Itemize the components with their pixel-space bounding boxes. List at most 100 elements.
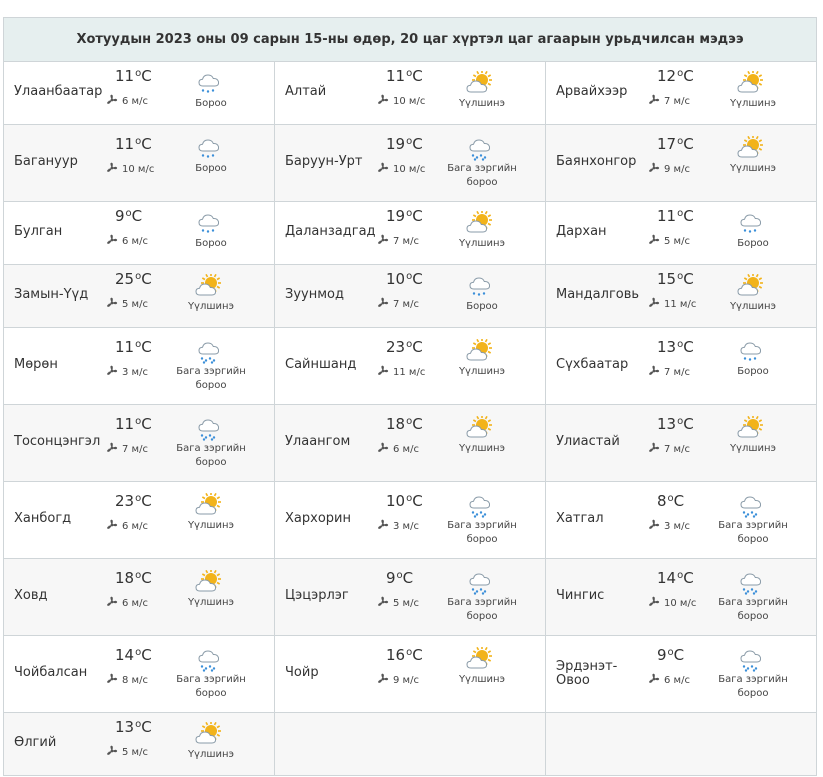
weather-condition: Бороо bbox=[443, 300, 521, 314]
temperature-value: 19 bbox=[386, 135, 406, 153]
city-forecast-cell: Хатгал 8oC 3 м/с Бага зэргийн бороо bbox=[544, 481, 818, 559]
temperature-value: 15 bbox=[657, 270, 677, 288]
light-rain-icon bbox=[465, 570, 495, 595]
city-name: Эрдэнэт-Овоо bbox=[556, 659, 618, 688]
weather-condition: Бага зэргийн бороо bbox=[443, 596, 521, 624]
city-forecast-cell: Цэцэрлэг 9oC 5 м/с Бага зэргийн бороо bbox=[274, 558, 546, 636]
temperature-value: 11 bbox=[115, 415, 135, 433]
wind-icon bbox=[377, 234, 393, 249]
wind-speed: 10 м/с bbox=[393, 164, 426, 175]
temperature-value: 12 bbox=[657, 67, 677, 85]
wind-speed: 6 м/с bbox=[393, 444, 419, 455]
city-forecast-cell: Чойбалсан 14oC 8 м/с Бага зэргийн бороо bbox=[3, 635, 275, 713]
wind-speed: 10 м/с bbox=[122, 164, 155, 175]
condition-line: Үүлшинэ bbox=[458, 366, 506, 377]
temperature-unit: C bbox=[412, 492, 423, 510]
city-name: Чойр bbox=[285, 665, 319, 680]
city-name: Чойбалсан bbox=[14, 665, 88, 680]
temperature-unit: C bbox=[412, 270, 423, 288]
temperature-value: 13 bbox=[657, 415, 677, 433]
temperature-value: 19 bbox=[386, 207, 406, 225]
wind-speed: 10 м/с bbox=[393, 96, 426, 107]
wind-speed: 3 м/с bbox=[393, 521, 419, 532]
wind: 6 м/с bbox=[106, 234, 148, 249]
wind-icon bbox=[377, 596, 393, 611]
wind: 10 м/с bbox=[106, 162, 154, 177]
city-name: Баруун-Урт bbox=[285, 154, 363, 169]
wind-icon bbox=[106, 365, 122, 380]
city-name: Хатгал bbox=[556, 511, 604, 526]
wind: 5 м/с bbox=[106, 297, 148, 312]
condition-line: Бороо bbox=[195, 163, 227, 174]
temperature: 16oC bbox=[386, 646, 423, 664]
temperature-unit: C bbox=[683, 67, 694, 85]
temperature-unit: C bbox=[141, 135, 152, 153]
light-rain-icon bbox=[194, 339, 224, 364]
condition-line: Бороо bbox=[195, 238, 227, 249]
city-forecast-cell: Өлгий 13oC 5 м/с Үүлшинэ bbox=[3, 712, 275, 776]
weather-condition: Үүлшинэ bbox=[172, 519, 250, 533]
condition-line: Бага зэргийн bbox=[718, 597, 788, 608]
weather-condition: Үүлшинэ bbox=[172, 300, 250, 314]
wind-speed: 6 м/с bbox=[122, 521, 148, 532]
wind-icon bbox=[377, 519, 393, 534]
wind: 10 м/с bbox=[648, 596, 696, 611]
temperature-value: 9 bbox=[115, 207, 125, 225]
temperature-unit: C bbox=[673, 646, 685, 664]
light-rain-icon bbox=[736, 570, 766, 595]
temperature: 11oC bbox=[115, 135, 152, 153]
condition-line: Үүлшинэ bbox=[729, 443, 777, 454]
city-name: Цэцэрлэг bbox=[285, 588, 349, 603]
temperature-unit: C bbox=[412, 415, 423, 433]
city-forecast-cell: Алтай 11oC 10 м/с Үүлшинэ bbox=[274, 61, 546, 125]
condition-line: Бороо bbox=[466, 301, 498, 312]
city-forecast-cell: Арвайхээр 12oC 7 м/с Үүлшинэ bbox=[544, 61, 818, 125]
wind-icon bbox=[106, 442, 122, 457]
city-name: Булган bbox=[14, 224, 63, 239]
city-forecast-cell: Зуунмод 10oC 7 м/с Бороо bbox=[274, 264, 546, 328]
temperature: 10oC bbox=[386, 270, 423, 288]
condition-line: бороо bbox=[195, 688, 227, 699]
wind: 6 м/с bbox=[106, 519, 148, 534]
condition-line: бороо bbox=[466, 534, 498, 545]
condition-line: Үүлшинэ bbox=[458, 443, 506, 454]
city-forecast-cell: Баянхонгор 17oC 9 м/с Үүлшинэ bbox=[544, 124, 818, 202]
wind-icon bbox=[648, 162, 664, 177]
city-name: Улаанбаатар bbox=[14, 84, 103, 99]
temperature-value: 11 bbox=[115, 67, 135, 85]
weather-condition: Бага зэргийн бороо bbox=[714, 519, 792, 547]
wind: 3 м/с bbox=[106, 365, 148, 380]
wind-speed: 11 м/с bbox=[664, 299, 697, 310]
wind: 7 м/с bbox=[377, 234, 419, 249]
condition-line: Бага зэргийн bbox=[447, 597, 517, 608]
wind: 6 м/с bbox=[106, 596, 148, 611]
temperature: 9oC bbox=[657, 646, 684, 664]
temperature: 9oC bbox=[115, 207, 142, 225]
city-forecast-cell: Замын-Үүд 25oC 5 м/с Үүлшинэ bbox=[3, 264, 275, 328]
condition-line: бороо bbox=[466, 177, 498, 188]
city-name: Хархорин bbox=[285, 511, 351, 526]
wind: 9 м/с bbox=[377, 673, 419, 688]
light-rain-icon bbox=[736, 493, 766, 518]
temperature-value: 13 bbox=[657, 338, 677, 356]
temperature-unit: C bbox=[683, 415, 694, 433]
temperature-unit: C bbox=[141, 718, 152, 736]
weather-condition: Бага зэргийн бороо bbox=[714, 596, 792, 624]
forecast-table: Хотуудын 2023 оны 09 сарын 15-ны өдөр, 2… bbox=[2, 17, 818, 776]
forecast-row: Багануур 11oC 10 м/с Бороо Баруун-Урт 19… bbox=[3, 124, 818, 202]
condition-line: Бороо bbox=[737, 366, 769, 377]
partly-cloudy-icon bbox=[194, 273, 224, 298]
temperature-unit: C bbox=[683, 569, 694, 587]
temperature-unit: C bbox=[412, 646, 423, 664]
city-forecast-cell: Ховд 18oC 6 м/с Үүлшинэ bbox=[3, 558, 275, 636]
temperature: 11oC bbox=[657, 207, 694, 225]
city-name: Мандалговь bbox=[556, 287, 640, 302]
condition-line: бороо bbox=[737, 611, 769, 622]
weather-condition: Үүлшинэ bbox=[172, 748, 250, 762]
wind-speed: 7 м/с bbox=[664, 96, 690, 107]
weather-condition: Бага зэргийн бороо bbox=[714, 673, 792, 701]
light-rain-icon bbox=[736, 647, 766, 672]
weather-condition: Үүлшинэ bbox=[714, 97, 792, 111]
wind: 11 м/с bbox=[377, 365, 425, 380]
partly-cloudy-icon bbox=[736, 70, 766, 95]
